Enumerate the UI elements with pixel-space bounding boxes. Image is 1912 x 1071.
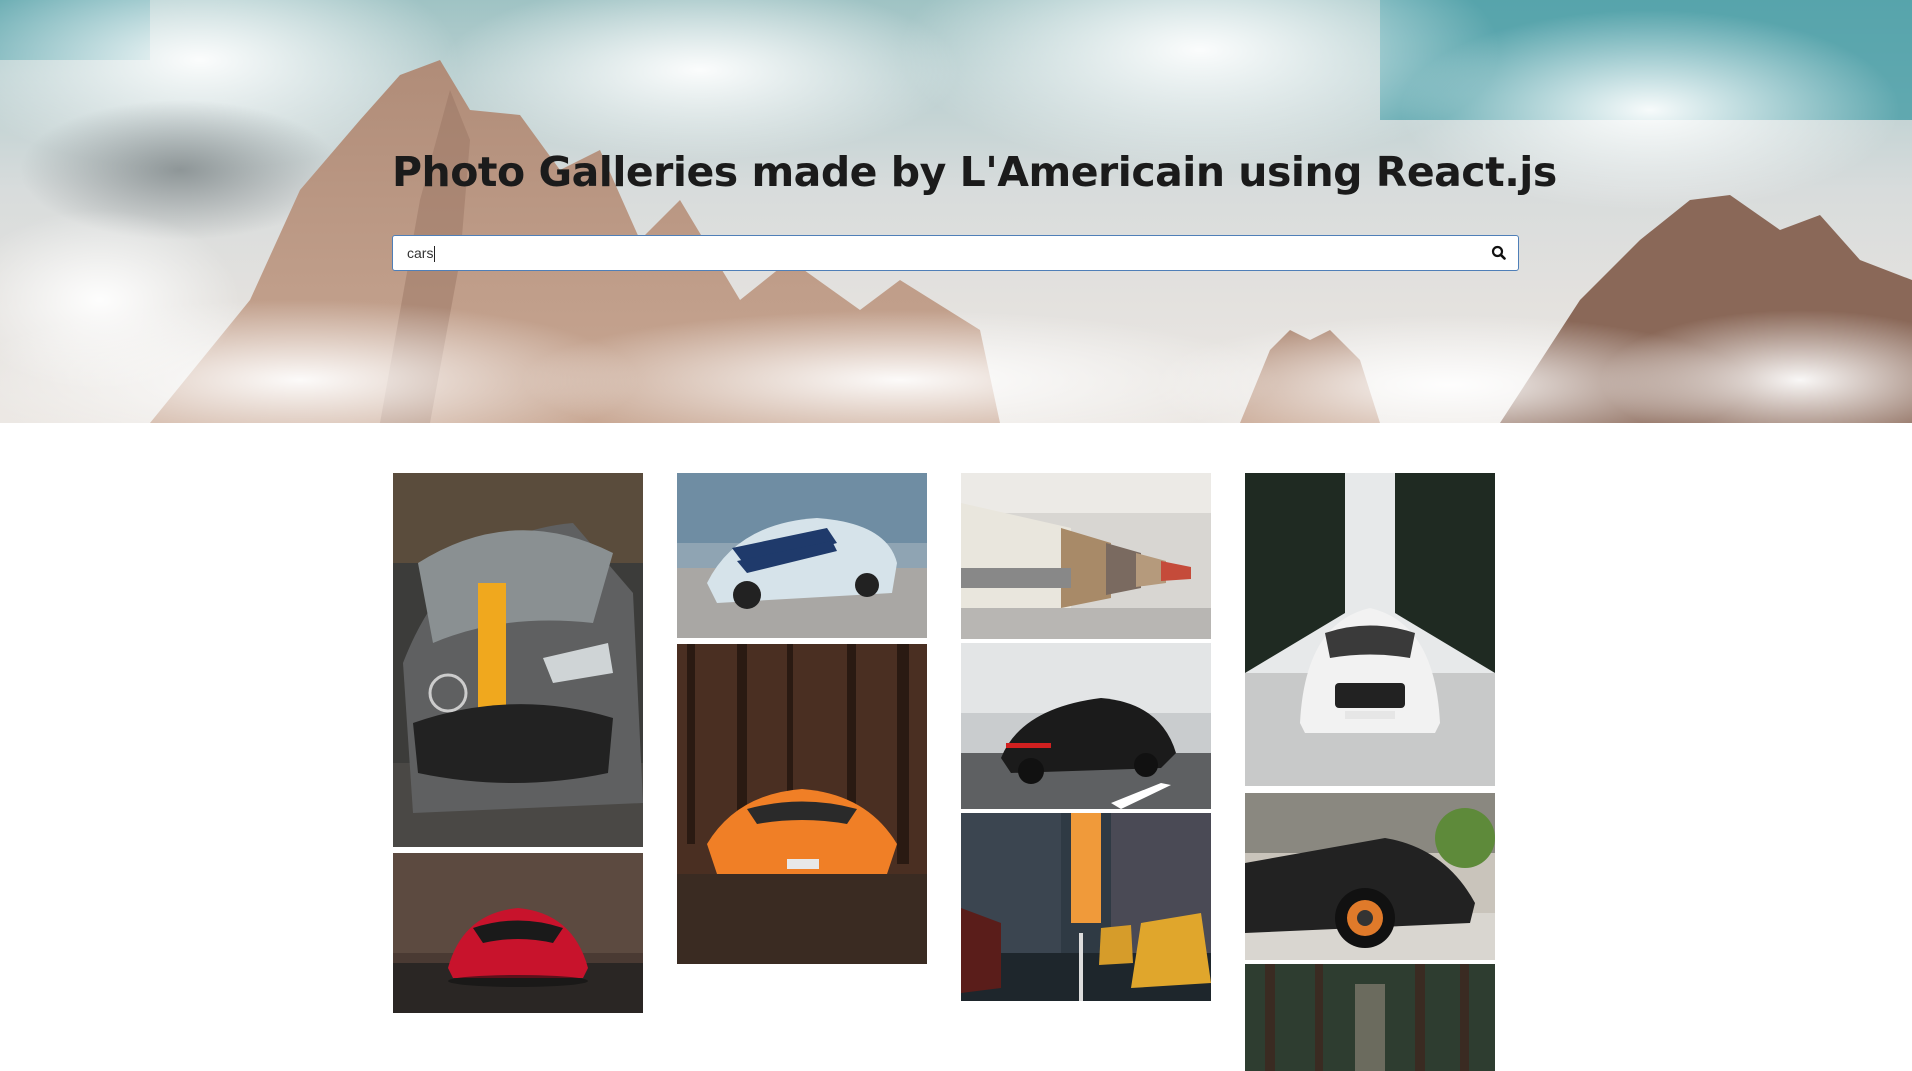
photo-grey-mercedes (393, 473, 643, 847)
photo-orange-lamborghini (677, 644, 927, 964)
hero-banner: Photo Galleries made by L'Americain usin… (0, 0, 1912, 423)
gallery-photo[interactable] (393, 473, 643, 847)
photo-gallery (0, 423, 1912, 1071)
search-bar (392, 235, 1519, 271)
gallery-photo[interactable] (677, 473, 927, 638)
gallery-photo[interactable] (961, 473, 1211, 639)
gallery-photo[interactable] (677, 644, 927, 964)
page-title: Photo Galleries made by L'Americain usin… (392, 148, 1557, 196)
photo-red-ferrari (393, 853, 643, 1013)
photo-white-audi-snow (1245, 473, 1495, 786)
gallery-photo[interactable] (393, 853, 643, 1013)
photo-black-lamborghini-side (1245, 793, 1495, 960)
gallery-photo[interactable] (1245, 964, 1495, 1071)
photo-white-mustang (677, 473, 927, 638)
search-icon (1491, 245, 1506, 260)
gallery-photo[interactable] (1245, 473, 1495, 786)
photo-forest-road (1245, 964, 1495, 1071)
photo-city-sunset-taxis (961, 813, 1211, 1001)
search-input[interactable] (393, 236, 1473, 270)
photo-vintage-bmw-row (961, 473, 1211, 639)
text-caret (434, 246, 435, 262)
gallery-photo[interactable] (1245, 793, 1495, 960)
search-button[interactable] (1490, 244, 1508, 262)
mountain-clouds-background (0, 0, 1912, 423)
gallery-photo[interactable] (961, 813, 1211, 1001)
photo-black-porsche (961, 643, 1211, 809)
gallery-photo[interactable] (961, 643, 1211, 809)
